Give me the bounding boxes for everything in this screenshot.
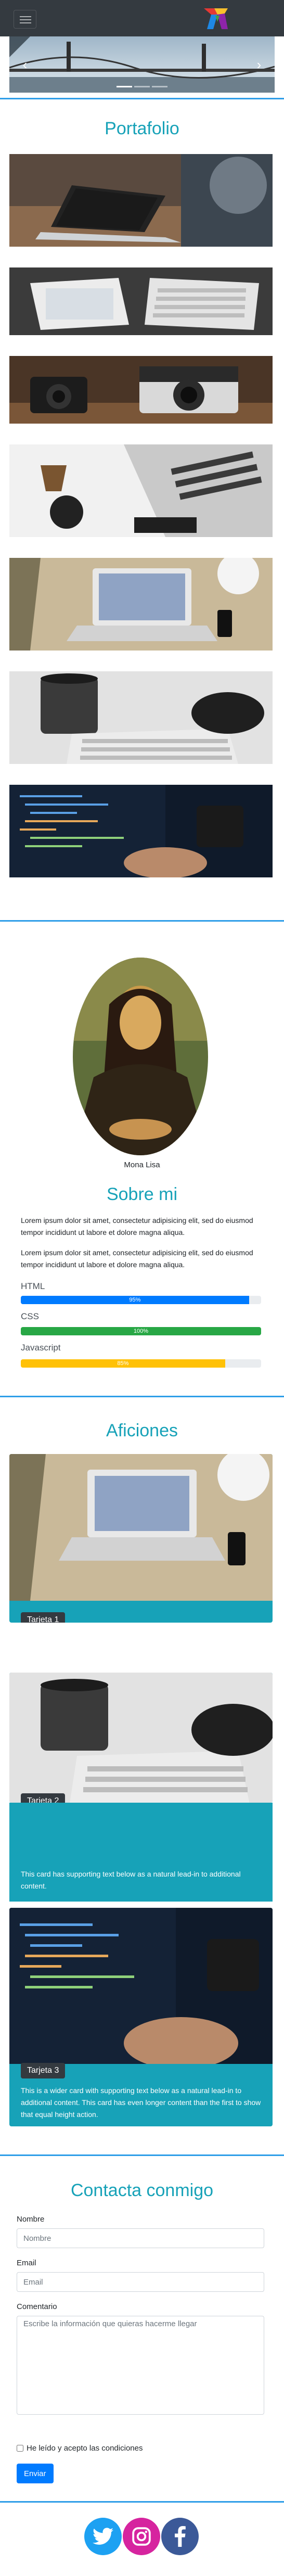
skill-label-css: CSS — [21, 1311, 39, 1321]
email-input[interactable] — [17, 2272, 264, 2292]
hamburger-icon[interactable] — [14, 10, 36, 29]
carousel-indicator[interactable] — [117, 86, 132, 87]
about-paragraph: Lorem ipsum dolor sit amet, consectetur … — [21, 1216, 253, 1236]
progress-bar-css: 100% — [21, 1327, 261, 1335]
card-title: Tarjeta 3 — [21, 2063, 66, 2078]
section-divider — [0, 1396, 284, 1397]
name-input[interactable] — [17, 2228, 264, 2248]
section-divider — [0, 2501, 284, 2503]
comment-label: Comentario — [17, 2302, 57, 2311]
contact-title: Contacta conmigo — [70, 2180, 214, 2200]
terms-checkbox[interactable] — [17, 2445, 23, 2452]
instagram-icon[interactable] — [123, 2518, 160, 2555]
progress-bar-javascript: 85% — [21, 1359, 225, 1368]
skill-label-html: HTML — [21, 1281, 45, 1291]
card-title: Tarjeta 1 — [21, 1612, 66, 1623]
about-title: Sobre mi — [106, 1184, 178, 1204]
facebook-icon[interactable] — [161, 2518, 199, 2555]
mona-lisa-image — [73, 958, 208, 1155]
submit-button[interactable]: Enviar — [17, 2464, 54, 2483]
tablet-keyboard-image — [9, 267, 273, 335]
card-text: This is a wider card with supporting tex… — [21, 2086, 261, 2119]
skill-label-javascript: Javascript — [21, 1343, 61, 1353]
chevron-right-icon[interactable]: › — [243, 36, 275, 93]
bridge-image — [9, 36, 275, 93]
brand-logo[interactable] — [202, 4, 230, 32]
chevron-left-icon[interactable]: ‹ — [9, 36, 41, 93]
terms-label: He leído y acepto las condiciones — [27, 2444, 143, 2453]
name-label: Nombre — [17, 2215, 45, 2224]
carousel-indicator[interactable] — [152, 86, 167, 87]
carousel[interactable]: ‹ › — [9, 36, 275, 93]
carousel-indicator[interactable] — [134, 86, 150, 87]
section-divider — [0, 920, 284, 922]
section-divider — [0, 98, 284, 99]
about-paragraph: Lorem ipsum dolor sit amet, consectetur … — [21, 1248, 253, 1269]
card-text: This card has supporting text below as a… — [21, 1870, 241, 1890]
progress-html: 95% — [21, 1296, 261, 1304]
laptop-desk-image — [9, 154, 273, 247]
mug-keyboard-image — [9, 671, 273, 764]
image-caption: Mona Lisa — [124, 1161, 160, 1169]
card-text: This is a longer card with supporting te… — [21, 1625, 244, 1646]
hobbies-title: Aficiones — [106, 1421, 178, 1440]
laptop-table-image — [9, 558, 273, 651]
card-image — [9, 1673, 273, 1803]
progress-javascript: 85% — [21, 1359, 261, 1368]
section-divider — [0, 2154, 284, 2156]
carousel-indicators — [9, 86, 275, 87]
code-laptop-image — [9, 785, 273, 877]
hobby-card-3[interactable]: Tarjeta 3 This is a wider card with supp… — [9, 1908, 273, 2126]
hobby-card-1[interactable]: Tarjeta 1 — [9, 1454, 273, 1623]
navbar — [0, 0, 284, 36]
hobby-card-2[interactable]: Tarjeta 2 — [9, 1673, 273, 1803]
terms-checkbox-row[interactable]: He leído y acepto las condiciones — [17, 2444, 143, 2453]
camera-image — [9, 356, 273, 424]
comment-textarea[interactable] — [17, 2316, 264, 2415]
card-title: Tarjeta 2 — [21, 1793, 66, 1803]
card-image — [9, 1454, 273, 1601]
portfolio-title: Portafolio — [105, 119, 179, 138]
progress-css: 100% — [21, 1327, 261, 1335]
progress-bar-html: 95% — [21, 1296, 249, 1304]
email-label: Email — [17, 2259, 36, 2267]
twitter-icon[interactable] — [84, 2518, 122, 2555]
laptop-coffee-image — [9, 444, 273, 537]
card-image — [9, 1908, 273, 2064]
